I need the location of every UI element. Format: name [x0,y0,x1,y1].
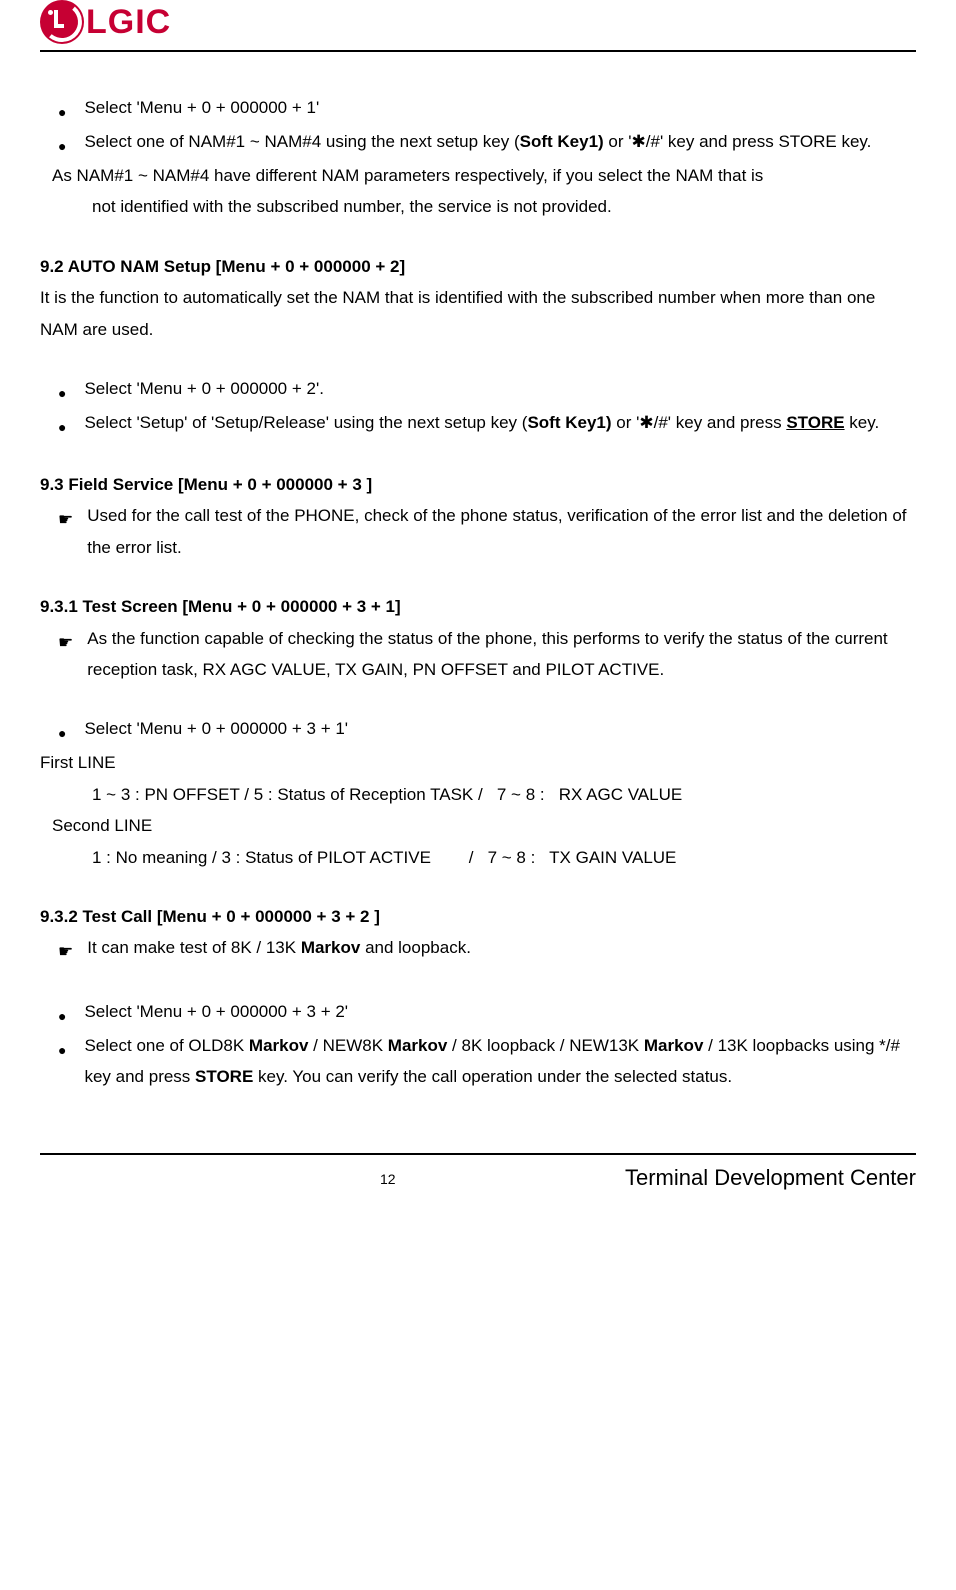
paragraph: It is the function to automatically set … [40,282,916,345]
disc-bullet-icon: ● [58,100,66,126]
note-text: not identified with the subscribed numbe… [92,191,916,222]
bullet-item: ● Select one of NAM#1 ~ NAM#4 using the … [58,126,916,160]
bullet-text: It can make test of 8K / 13K Markov and … [87,932,916,963]
disc-bullet-icon: ● [58,415,66,441]
pointer-item: ☛ It can make test of 8K / 13K Markov an… [58,932,916,967]
bullet-text: Select 'Setup' of 'Setup/Release' using … [84,407,916,438]
pointer-icon: ☛ [58,627,73,658]
note-text: As NAM#1 ~ NAM#4 have different NAM para… [52,160,916,191]
section-heading-9-2: 9.2 AUTO NAM Setup [Menu + 0 + 000000 + … [40,251,916,282]
second-line-label: Second LINE [52,810,916,841]
bullet-text: Used for the call test of the PHONE, che… [87,500,916,563]
bullet-text: Select 'Menu + 0 + 000000 + 2'. [84,373,916,404]
page-footer: 12 Terminal Development Center [40,1153,916,1191]
bullet-text: Select one of OLD8K Markov / NEW8K Marko… [84,1030,916,1093]
bullet-item: ● Select 'Menu + 0 + 000000 + 3 + 1' [58,713,916,747]
lg-logo-icon [40,0,84,44]
first-line-label: First LINE [40,747,916,778]
bullet-item: ● Select 'Menu + 0 + 000000 + 3 + 2' [58,996,916,1030]
first-line-detail: 1 ~ 3 : PN OFFSET / 5 : Status of Recept… [92,779,916,810]
bullet-text: Select 'Menu + 0 + 000000 + 3 + 2' [84,996,916,1027]
pointer-icon: ☛ [58,504,73,535]
page-number: 12 [380,1171,396,1187]
disc-bullet-icon: ● [58,721,66,747]
page-header: LGIC [40,0,916,52]
bullet-item: ● Select 'Setup' of 'Setup/Release' usin… [58,407,916,441]
second-line-detail: 1 : No meaning / 3 : Status of PILOT ACT… [92,842,916,873]
pointer-item: ☛ As the function capable of checking th… [58,623,916,686]
bullet-text: As the function capable of checking the … [87,623,916,686]
pointer-item: ☛ Used for the call test of the PHONE, c… [58,500,916,563]
bullet-item: ● Select 'Menu + 0 + 000000 + 1' [58,92,916,126]
disc-bullet-icon: ● [58,1038,66,1064]
section-heading-9-3: 9.3 Field Service [Menu + 0 + 000000 + 3… [40,469,916,500]
section-heading-9-3-2: 9.3.2 Test Call [Menu + 0 + 000000 + 3 +… [40,901,916,932]
disc-bullet-icon: ● [58,381,66,407]
bullet-item: ● Select one of OLD8K Markov / NEW8K Mar… [58,1030,916,1093]
pointer-icon: ☛ [58,936,73,967]
footer-text: Terminal Development Center [625,1165,916,1191]
disc-bullet-icon: ● [58,134,66,160]
document-body: ● Select 'Menu + 0 + 000000 + 1' ● Selec… [40,92,916,1093]
disc-bullet-icon: ● [58,1004,66,1030]
bullet-text: Select 'Menu + 0 + 000000 + 3 + 1' [84,713,916,744]
bullet-item: ● Select 'Menu + 0 + 000000 + 2'. [58,373,916,407]
bullet-text: Select 'Menu + 0 + 000000 + 1' [84,92,916,123]
section-heading-9-3-1: 9.3.1 Test Screen [Menu + 0 + 000000 + 3… [40,591,916,622]
brand-text: LGIC [86,3,171,42]
bullet-text: Select one of NAM#1 ~ NAM#4 using the ne… [84,126,916,157]
